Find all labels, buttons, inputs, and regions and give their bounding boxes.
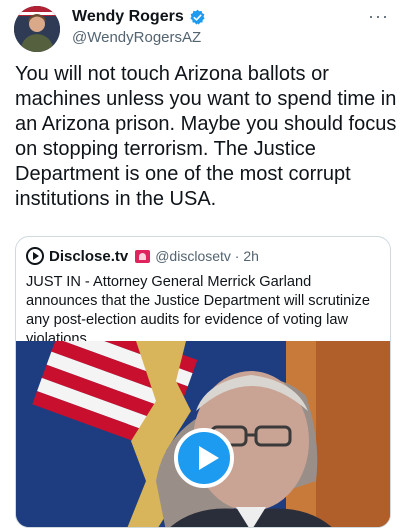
author-name-row: Wendy Rogers (72, 8, 206, 26)
verified-badge-icon (189, 9, 206, 26)
author-handle[interactable]: @WendyRogersAZ (72, 29, 201, 46)
quoted-tweet-text: JUST IN - Attorney General Merrick Garla… (26, 274, 370, 347)
author-display-name[interactable]: Wendy Rogers (72, 8, 184, 26)
avatar-image (14, 6, 60, 52)
quoted-author-handle-time: @disclosetv · 2h (155, 248, 259, 264)
quoted-tweet-header: Disclose.tv @disclosetv · 2h (26, 247, 259, 265)
more-options-icon[interactable]: ··· (368, 6, 389, 27)
disclose-logo-icon (26, 247, 44, 265)
quoted-author-name[interactable]: Disclose.tv (49, 248, 128, 265)
play-icon[interactable] (174, 428, 234, 488)
avatar[interactable] (14, 6, 60, 52)
quoted-tweet[interactable]: Disclose.tv @disclosetv · 2h JUST IN - A… (15, 236, 391, 528)
tweet-text: You will not touch Arizona ballots or ma… (15, 63, 397, 210)
siren-icon (135, 249, 151, 263)
tweet-header: Wendy Rogers @WendyRogersAZ ··· (0, 0, 407, 60)
